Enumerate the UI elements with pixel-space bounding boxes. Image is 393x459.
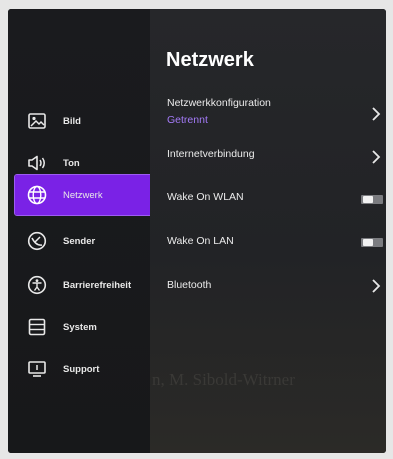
sidebar-item-label: Bild [63,115,81,127]
sidebar-item-support[interactable]: Support [8,349,150,389]
sidebar-item-label: Barrierefreiheit [63,279,132,291]
sidebar-item-label: Ton [63,157,80,169]
row-bluetooth[interactable]: Bluetooth [150,273,386,313]
support-icon [25,357,49,381]
connection-status: Getrennt [167,114,208,126]
sidebar: Bild Ton Netzwerk Sender Barrierefreihei [8,9,153,453]
accessibility-icon [25,273,49,297]
sidebar-item-label: System [63,321,97,333]
settings-panel: n, M. Sibold-Witrner Netzwerk Netzwerkko… [150,9,386,453]
sidebar-item-sender[interactable]: Sender [8,221,150,261]
wake-on-lan-toggle[interactable] [361,238,383,247]
tv-screen: Bild Ton Netzwerk Sender Barrierefreihei [8,9,386,453]
sidebar-item-label: Netzwerk [63,189,103,201]
sidebar-item-bild[interactable]: Bild [8,101,150,141]
row-label: Wake On WLAN [167,191,244,203]
row-label: Wake On LAN [167,235,234,247]
toggle-knob [363,196,373,203]
sidebar-item-barrierefreiheit[interactable]: Barrierefreiheit [8,265,150,305]
toggle-knob [363,239,373,246]
sidebar-item-system[interactable]: System [8,307,150,347]
picture-icon [25,109,49,133]
chevron-right-icon [370,277,382,295]
row-wake-on-wlan[interactable]: Wake On WLAN [150,185,386,225]
chevron-right-icon [370,105,382,123]
wake-on-wlan-toggle[interactable] [361,195,383,204]
sidebar-item-netzwerk[interactable]: Netzwerk [14,174,153,216]
row-label: Bluetooth [167,279,212,291]
row-internetverbindung[interactable]: Internetverbindung [150,142,386,182]
row-netzwerkkonfiguration[interactable]: Netzwerkkonfiguration Getrennt [150,95,386,135]
background-text: n, M. Sibold-Witrner [152,370,295,389]
satellite-dish-icon [25,229,49,253]
row-label: Netzwerkkonfiguration [167,97,271,109]
chevron-right-icon [370,148,382,166]
system-icon [25,315,49,339]
row-label: Internetverbindung [167,148,255,160]
page-title: Netzwerk [166,49,254,71]
sidebar-item-label: Support [63,363,100,375]
globe-icon [25,183,49,207]
speaker-icon [25,151,49,175]
sidebar-item-label: Sender [63,235,96,247]
row-wake-on-lan[interactable]: Wake On LAN [150,229,386,269]
